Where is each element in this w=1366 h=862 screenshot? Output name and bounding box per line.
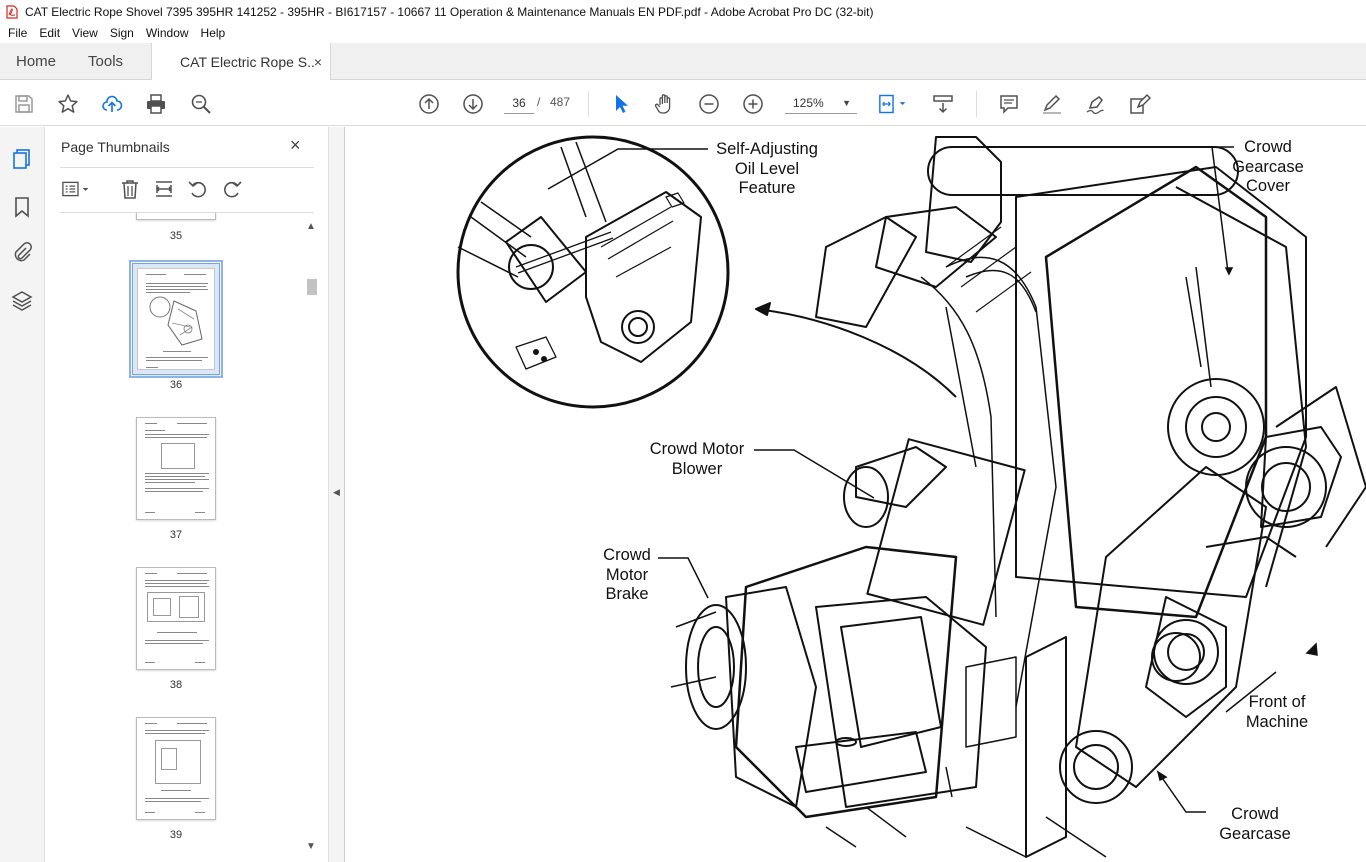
- collapse-left-icon: ◀: [333, 487, 340, 497]
- tab-document[interactable]: CAT Electric Rope S... ×: [151, 43, 332, 80]
- menu-file[interactable]: File: [2, 26, 33, 40]
- panel-divider: [60, 167, 314, 168]
- thumbnail-toolbar: [60, 177, 316, 207]
- delete-page-icon[interactable]: [118, 177, 142, 201]
- window-title: CAT Electric Rope Shovel 7395 395HR 1412…: [25, 4, 874, 19]
- thumbnail-page-number: 37: [169, 529, 183, 541]
- layers-icon[interactable]: [10, 289, 34, 313]
- callout-line: Machine: [1245, 712, 1309, 731]
- thumbnail-page-number: 39: [169, 829, 183, 841]
- select-cursor-icon[interactable]: [609, 92, 633, 116]
- edit-form-icon[interactable]: [1128, 92, 1152, 116]
- tab-bar: Home Tools CAT Electric Rope S... ×: [0, 43, 1366, 80]
- menu-view[interactable]: View: [66, 26, 104, 40]
- menu-sign[interactable]: Sign: [104, 26, 140, 40]
- page-separator: /: [537, 95, 541, 109]
- scroll-up-icon[interactable]: ▲: [306, 221, 316, 232]
- search-icon[interactable]: [189, 92, 213, 116]
- menu-bar: File Edit View Sign Window Help: [0, 23, 1366, 43]
- callout-line: Brake: [605, 585, 649, 603]
- highlight-pen-icon[interactable]: [1040, 92, 1064, 116]
- window-titlebar: CAT Electric Rope Shovel 7395 395HR 1412…: [0, 0, 1366, 23]
- panel-title: Page Thumbnails: [61, 139, 170, 155]
- callout-oil-level-feature: Self-Adjusting Oil Level Feature: [702, 140, 832, 199]
- thumbnail-page[interactable]: [136, 717, 216, 820]
- callout-line: Crowd: [1244, 138, 1292, 156]
- page-thumbnails-icon[interactable]: [10, 147, 34, 171]
- zoom-level-select[interactable]: 125% ▼: [785, 92, 857, 114]
- comment-icon[interactable]: [997, 92, 1021, 116]
- thumbnail-options-icon[interactable]: [60, 177, 96, 201]
- hand-tool-icon[interactable]: [653, 92, 677, 116]
- scrollbar-thumb[interactable]: [307, 279, 317, 295]
- menu-edit[interactable]: Edit: [33, 26, 66, 40]
- callout-line: Blower: [671, 459, 723, 478]
- page-number-input[interactable]: 36: [504, 92, 534, 114]
- callout-line: Motor: [605, 565, 649, 584]
- zoom-in-icon[interactable]: [741, 92, 765, 116]
- page-total: 487: [550, 95, 571, 109]
- tab-tools[interactable]: Tools: [72, 43, 151, 79]
- callout-line: Gearcase: [1219, 824, 1291, 843]
- thumbnail-page-number: 36: [169, 379, 183, 391]
- thumbnail-page[interactable]: [136, 213, 216, 220]
- rotate-clockwise-icon[interactable]: [220, 177, 244, 201]
- rotate-counterclockwise-icon[interactable]: [186, 177, 210, 201]
- fit-page-icon[interactable]: [876, 92, 912, 116]
- toolbar-divider: [588, 91, 589, 117]
- callout-crowd-gearcase: Crowd Gearcase: [1210, 805, 1300, 844]
- thumbnail-scrollbar[interactable]: ▲ ▼: [305, 219, 319, 857]
- save-icon[interactable]: [12, 92, 36, 116]
- attachments-icon[interactable]: [10, 240, 34, 264]
- acrobat-app-icon: [6, 4, 18, 19]
- thumbnail-page-number: 38: [169, 679, 183, 691]
- close-panel-icon[interactable]: ×: [290, 135, 301, 156]
- callout-line: Front of: [1248, 693, 1306, 711]
- tab-home[interactable]: Home: [0, 43, 72, 79]
- insert-page-icon[interactable]: [152, 177, 176, 201]
- callout-line: Crowd: [1231, 805, 1279, 823]
- scroll-down-icon[interactable]: ▼: [306, 841, 316, 852]
- callout-crowd-gearcase-cover: Crowd Gearcase Cover: [1222, 138, 1314, 197]
- page-thumbnails-panel: Page Thumbnails × 35 36 37 38 39 ▲ ▼: [46, 127, 328, 862]
- callout-line: Crowd: [603, 546, 651, 564]
- bookmark-star-icon[interactable]: [56, 92, 80, 116]
- thumbnail-page-number: 35: [169, 230, 183, 242]
- panel-collapse-handle[interactable]: ◀: [328, 127, 345, 862]
- cloud-upload-icon[interactable]: [100, 92, 124, 116]
- callout-line: Feature: [738, 179, 796, 197]
- menu-window[interactable]: Window: [140, 26, 195, 40]
- callout-crowd-motor-brake: Crowd Motor Brake: [594, 546, 660, 605]
- document-tab-label: CAT Electric Rope S...: [180, 53, 314, 70]
- bookmarks-icon[interactable]: [10, 195, 34, 219]
- callout-line: Crowd Motor: [649, 440, 745, 458]
- main-toolbar: 36 / 487 125% ▼: [0, 81, 1366, 126]
- callout-front-of-machine: Front of Machine: [1236, 693, 1318, 732]
- callout-line: Cover: [1245, 177, 1290, 195]
- next-page-icon[interactable]: [461, 92, 485, 116]
- zoom-level-value: 125%: [793, 96, 824, 110]
- callout-crowd-motor-blower: Crowd Motor Blower: [642, 440, 752, 479]
- scroll-mode-icon[interactable]: [931, 92, 955, 116]
- callout-line: Oil Level: [734, 159, 800, 178]
- previous-page-icon[interactable]: [417, 92, 441, 116]
- callout-line: Gearcase: [1232, 157, 1304, 176]
- toolbar-divider: [976, 91, 977, 117]
- document-view[interactable]: Self-Adjusting Oil Level Feature Crowd G…: [346, 127, 1366, 862]
- close-tab-icon[interactable]: ×: [314, 54, 322, 70]
- left-navigation-rail: [0, 127, 45, 862]
- menu-help[interactable]: Help: [195, 26, 232, 40]
- thumbnail-list: 35 36 37 38 39: [46, 213, 306, 859]
- zoom-out-icon[interactable]: [697, 92, 721, 116]
- thumbnail-page[interactable]: [129, 260, 223, 378]
- draw-sign-icon[interactable]: [1084, 92, 1108, 116]
- chevron-down-icon: ▼: [842, 98, 851, 108]
- print-icon[interactable]: [144, 92, 168, 116]
- callout-line: Self-Adjusting: [716, 140, 818, 158]
- thumbnail-page[interactable]: [136, 567, 216, 670]
- thumbnail-page[interactable]: [136, 417, 216, 520]
- shovel-crowd-assembly-illustration: [456, 135, 1366, 858]
